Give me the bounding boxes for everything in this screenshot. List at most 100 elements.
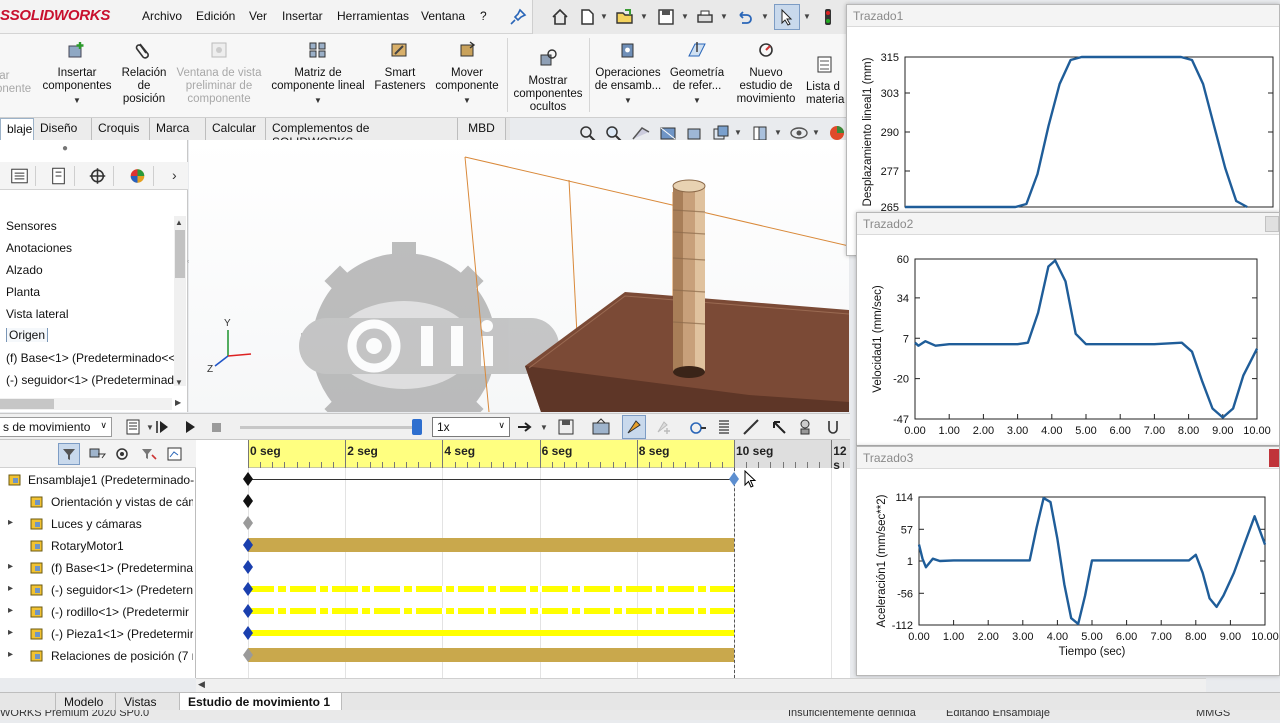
filter-selected-icon[interactable] [140, 446, 158, 462]
close-icon[interactable] [1269, 449, 1279, 467]
motion-tree-item[interactable]: (-) rodillo<1> (Predetermir [51, 605, 193, 619]
stop-icon[interactable] [208, 419, 224, 435]
status-units[interactable]: MMGS [1196, 710, 1230, 719]
print-icon[interactable] [695, 7, 715, 27]
assembly-features-caret[interactable]: ▼ [592, 94, 664, 107]
play-from-start-icon[interactable] [154, 419, 170, 435]
motion-tree-item[interactable]: Orientación y vistas de cám [51, 495, 193, 509]
spring-icon[interactable] [716, 418, 732, 436]
mates-change-bar[interactable] [248, 648, 734, 662]
plot-window-button[interactable] [1265, 216, 1279, 232]
tab-modelo[interactable]: Modelo [56, 693, 116, 711]
key-point[interactable] [243, 516, 253, 530]
key-point[interactable] [243, 560, 253, 574]
mate-button[interactable]: Relación de posición [118, 40, 170, 106]
configuration-manager-tab-icon[interactable] [82, 166, 114, 186]
calculate-icon[interactable] [124, 418, 144, 436]
undo-icon[interactable] [734, 7, 754, 27]
plot-titlebar[interactable] [857, 447, 1279, 469]
key-point[interactable] [243, 604, 253, 618]
key-point[interactable] [729, 472, 739, 486]
expand-arrow-icon[interactable]: ▸ [8, 583, 13, 594]
plot-window-trazado3[interactable]: Trazado3 114 57 1 -56 -112 0.00 1.00 2.00 3.00 4.… [856, 446, 1280, 676]
tab-croquis[interactable]: Croquis [92, 118, 150, 140]
motion-tree-item[interactable]: (-) seguidor<1> (Predetern [51, 583, 193, 597]
expand-arrow-icon[interactable]: ▸ [8, 627, 13, 638]
part-change-bar[interactable] [248, 608, 734, 614]
gravity-icon[interactable] [824, 418, 842, 436]
motion-tree-item[interactable]: Luces y cámaras [51, 517, 193, 531]
tree-item-alzado[interactable]: Alzado [6, 263, 174, 277]
timeline-area[interactable]: 0 seg 2 seg 4 seg 6 seg 8 seg 10 seg 12 s [196, 440, 850, 678]
scroll-right-arrow-icon[interactable]: ▶ [175, 398, 181, 407]
property-manager-tab-icon[interactable] [43, 166, 75, 186]
home-icon[interactable] [550, 7, 570, 27]
save-animation-icon[interactable] [556, 417, 576, 437]
motion-tree-item[interactable]: RotaryMotor1 [51, 539, 193, 553]
force-arrow-icon[interactable] [770, 418, 788, 436]
tree-item-sensores[interactable]: Sensores [6, 219, 174, 233]
tree-item-seguidor[interactable]: (-) seguidor<1> (Predeterminad [6, 373, 174, 387]
filter-results-icon[interactable] [166, 446, 184, 462]
menu-herramientas[interactable]: Herramientas [337, 9, 409, 23]
tab-estudio-movimiento-1[interactable]: Estudio de movimiento 1 [180, 693, 342, 711]
insert-components-button[interactable]: Insertar componentes ▼ [40, 40, 114, 107]
plot-titlebar[interactable] [847, 5, 1279, 27]
new-document-icon[interactable] [577, 7, 597, 27]
chevron-right-icon[interactable]: › [172, 167, 177, 183]
expand-arrow-icon[interactable]: ▸ [8, 605, 13, 616]
scroll-down-arrow-icon[interactable]: ▼ [175, 378, 183, 387]
key-point[interactable] [243, 494, 253, 508]
insert-components-caret[interactable]: ▼ [40, 94, 114, 107]
plot-window-trazado2[interactable]: Trazado2 60 34 7 -20 -47 0.00 1.00 2.00 3.00 4.00… [856, 212, 1280, 446]
tab-diseno[interactable]: Diseño [34, 118, 92, 140]
motion-tree-item[interactable]: Relaciones de posición (7 r [51, 649, 193, 663]
time-bar[interactable] [734, 468, 735, 678]
smart-fasteners-button[interactable]: Smart Fasteners [372, 40, 428, 93]
filter-animated-icon[interactable] [88, 446, 106, 462]
motor-change-bar[interactable] [248, 538, 734, 552]
move-component-caret[interactable]: ▼ [432, 94, 502, 107]
key-point[interactable] [243, 626, 253, 640]
part-change-bar[interactable] [248, 586, 734, 592]
bottom-tab-nav[interactable] [0, 693, 56, 711]
reference-geometry-caret[interactable]: ▼ [666, 94, 728, 107]
feature-manager-tab-icon[interactable] [4, 166, 36, 186]
tree-scrollbar-thumb[interactable] [175, 230, 185, 278]
graphics-area[interactable]: Y Z [189, 140, 849, 412]
playback-speed-dropdown[interactable]: 1x ∨ [432, 417, 510, 437]
plot-titlebar[interactable] [857, 213, 1279, 235]
damper-icon[interactable] [742, 418, 760, 436]
add-key-icon[interactable] [654, 418, 672, 436]
linear-pattern-caret[interactable]: ▼ [268, 94, 368, 107]
key-point[interactable] [243, 472, 253, 486]
tree-item-origen[interactable]: Origen [6, 328, 174, 342]
tab-ensamblaje[interactable]: blaje [0, 118, 34, 140]
show-hidden-components-button[interactable]: Mostrar componentes ocultos [510, 48, 586, 114]
filter-driving-icon[interactable] [114, 446, 132, 462]
open-folder-icon[interactable] [615, 7, 635, 27]
tree-item-vista-lateral[interactable]: Vista lateral [6, 307, 174, 321]
motion-tree-item[interactable]: (f) Base<1> (Predeterminad [51, 561, 193, 575]
expand-arrow-icon[interactable]: ▸ [8, 517, 13, 528]
motion-tree-item[interactable]: (-) Pieza1<1> (Predetermir [51, 627, 193, 641]
expand-arrow-icon[interactable]: ▸ [8, 649, 13, 660]
tree-item-base[interactable]: (f) Base<1> (Predeterminado<< [6, 351, 174, 365]
timeline-horizontal-scrollbar[interactable]: ◀ [196, 678, 1206, 692]
menu-archivo[interactable]: Archivo [142, 9, 182, 23]
play-icon[interactable] [182, 419, 198, 435]
bill-of-materials-button[interactable]: Lista d materia [806, 54, 850, 107]
playback-mode-arrow-icon[interactable] [516, 419, 534, 435]
tab-marca[interactable]: Marca [150, 118, 206, 140]
animation-wizard-icon[interactable] [590, 417, 612, 437]
menu-insertar[interactable]: Insertar [282, 9, 323, 23]
contact-icon[interactable] [796, 418, 814, 436]
scroll-up-arrow-icon[interactable]: ▲ [175, 218, 183, 227]
motor-icon[interactable] [688, 418, 708, 436]
menu-edicion[interactable]: Edición [196, 9, 235, 23]
scroll-left-arrow-icon[interactable]: ◀ [198, 679, 205, 690]
pane-splitter-dot[interactable]: ● [62, 143, 68, 154]
move-component-button[interactable]: Mover componente ▼ [432, 40, 502, 107]
tree-item-anotaciones[interactable]: Anotaciones [6, 241, 174, 255]
motion-tree-item[interactable]: Ensamblaje1 (Predeterminado- [28, 473, 194, 487]
